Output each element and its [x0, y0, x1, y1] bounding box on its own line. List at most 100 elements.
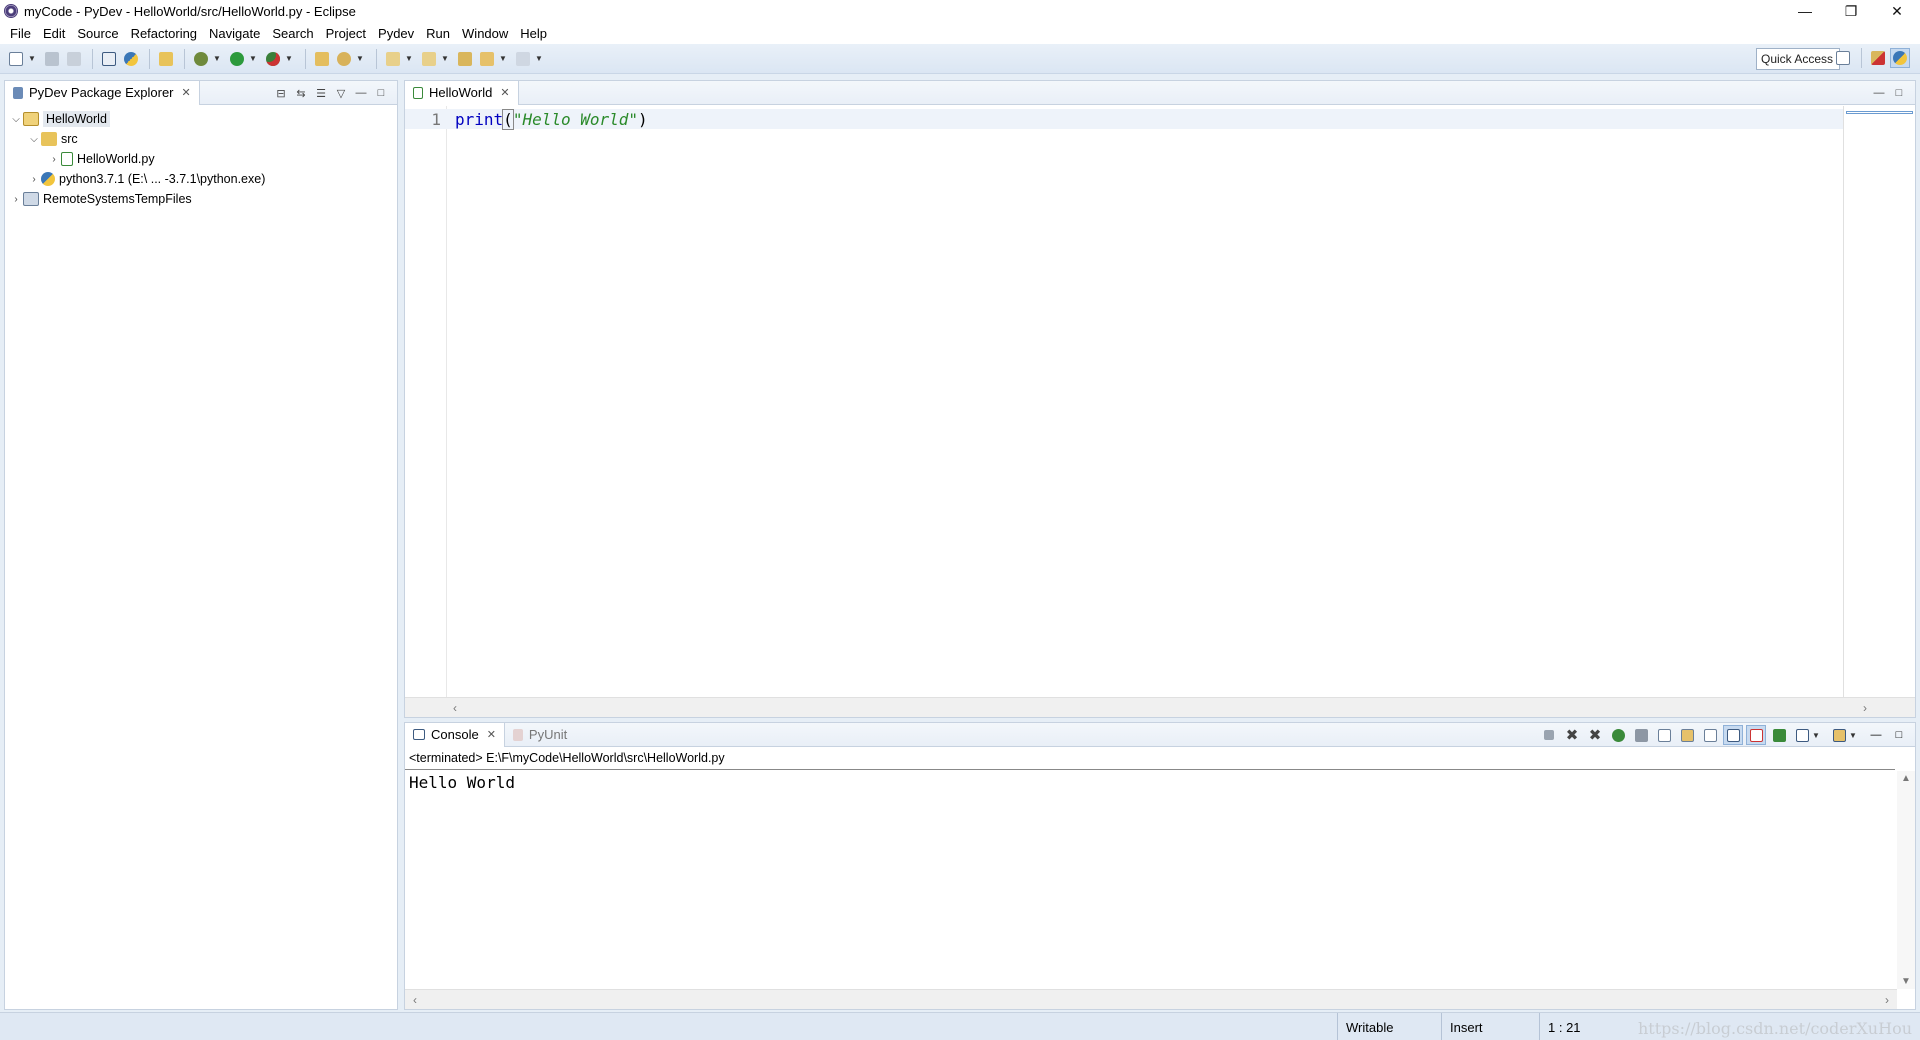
editor-horizontal-scrollbar[interactable]: ‹ ›	[405, 697, 1915, 717]
minimize-button[interactable]: —	[1782, 0, 1828, 22]
terminate-button[interactable]	[1539, 725, 1559, 745]
search-button[interactable]	[334, 49, 354, 69]
menu-file[interactable]: File	[4, 26, 37, 41]
pydev-button[interactable]	[121, 49, 141, 69]
forward-dropdown[interactable]: ▼	[535, 49, 543, 69]
code-text-area[interactable]: 1 print("Hello World")	[405, 106, 1843, 697]
save-all-button[interactable]	[64, 49, 84, 69]
external-tools-button[interactable]	[263, 49, 283, 69]
filter-button[interactable]: ☰	[311, 83, 331, 103]
chevron-down-icon[interactable]: ⌵	[9, 114, 23, 125]
close-icon[interactable]: ✕	[500, 86, 509, 99]
menu-source[interactable]: Source	[71, 26, 124, 41]
window-title: myCode - PyDev - HelloWorld/src/HelloWor…	[24, 3, 356, 19]
minimize-view-button[interactable]: —	[1869, 83, 1889, 103]
word-wrap-button[interactable]	[1700, 725, 1720, 745]
show-on-stderr-button[interactable]	[1746, 725, 1766, 745]
remove-all-button[interactable]: ✖	[1585, 725, 1605, 745]
tree-item-src[interactable]: ⌵ src	[5, 129, 397, 149]
menu-help[interactable]: Help	[514, 26, 553, 41]
view-menu-button[interactable]: ▽	[331, 83, 351, 103]
debug-perspective-button[interactable]	[1868, 48, 1888, 68]
back-button[interactable]	[477, 49, 497, 69]
search-dropdown[interactable]: ▼	[356, 49, 364, 69]
external-tools-dropdown[interactable]: ▼	[285, 49, 293, 69]
tab-console[interactable]: Console ✕	[405, 722, 505, 747]
menu-pydev[interactable]: Pydev	[372, 26, 420, 41]
menu-window[interactable]: Window	[456, 26, 514, 41]
overview-ruler[interactable]	[1843, 106, 1915, 697]
menu-run[interactable]: Run	[420, 26, 456, 41]
tree-item-interpreter[interactable]: › python3.7.1 (E:\ ... -3.7.1\python.exe…	[5, 169, 397, 189]
tab-helloworld[interactable]: HelloWorld ✕	[405, 80, 519, 105]
next-annotation-button[interactable]	[383, 49, 403, 69]
previous-annotation-dropdown[interactable]: ▼	[441, 49, 449, 69]
minimize-view-button[interactable]: —	[1866, 725, 1886, 745]
scroll-up-icon[interactable]: ▲	[1901, 773, 1911, 784]
previous-annotation-button[interactable]	[419, 49, 439, 69]
open-type-button[interactable]	[312, 49, 332, 69]
close-icon[interactable]: ✕	[182, 86, 191, 99]
new-button[interactable]	[6, 49, 26, 69]
last-edit-button[interactable]	[455, 49, 475, 69]
tree-item-remote[interactable]: › RemoteSystemsTempFiles	[5, 189, 397, 209]
clear-console-button[interactable]	[1654, 725, 1674, 745]
link-with-editor-button[interactable]: ⇆	[291, 83, 311, 103]
restore-button[interactable]: ❐	[1828, 0, 1874, 22]
next-annotation-dropdown[interactable]: ▼	[405, 49, 413, 69]
console-output[interactable]: Hello World	[409, 773, 515, 792]
back-dropdown[interactable]: ▼	[499, 49, 507, 69]
run-button[interactable]	[227, 49, 247, 69]
pin-console-button[interactable]	[1769, 725, 1789, 745]
open-console-button[interactable]	[99, 49, 119, 69]
scroll-left-icon[interactable]: ‹	[413, 993, 417, 1007]
menu-edit[interactable]: Edit	[37, 26, 71, 41]
tab-package-explorer[interactable]: PyDev Package Explorer ✕	[5, 80, 200, 105]
scroll-right-icon[interactable]: ›	[1885, 993, 1889, 1007]
chevron-right-icon[interactable]: ›	[47, 154, 61, 165]
menu-project[interactable]: Project	[320, 26, 372, 41]
chevron-down-icon[interactable]: ⌵	[27, 134, 41, 145]
terminate-all-button[interactable]	[1631, 725, 1651, 745]
scroll-lock-button[interactable]	[1677, 725, 1697, 745]
scroll-right-icon[interactable]: ›	[1863, 701, 1867, 715]
console-vertical-scrollbar[interactable]: ▲ ▼	[1897, 771, 1915, 989]
tab-pyunit[interactable]: PyUnit	[505, 723, 575, 747]
open-project-button[interactable]	[156, 49, 176, 69]
menu-navigate[interactable]: Navigate	[203, 26, 266, 41]
display-console-dropdown[interactable]: ▼	[1812, 725, 1820, 745]
collapse-all-button[interactable]: ⊟	[271, 83, 291, 103]
maximize-view-button[interactable]: □	[1889, 725, 1909, 745]
open-console-dropdown[interactable]: ▼	[1849, 725, 1857, 745]
menu-search[interactable]: Search	[266, 26, 319, 41]
quick-access-input[interactable]: Quick Access	[1756, 48, 1840, 70]
chevron-right-icon[interactable]: ›	[27, 174, 41, 185]
tree-item-project[interactable]: ⌵ HelloWorld	[5, 109, 397, 129]
maximize-view-button[interactable]: □	[371, 83, 391, 103]
relaunch-button[interactable]	[1608, 725, 1628, 745]
remove-launch-button[interactable]: ✖	[1562, 725, 1582, 745]
show-on-stdout-button[interactable]	[1723, 725, 1743, 745]
close-icon[interactable]: ✕	[487, 728, 496, 741]
run-dropdown[interactable]: ▼	[249, 49, 257, 69]
menu-refactoring[interactable]: Refactoring	[125, 26, 203, 41]
scroll-down-icon[interactable]: ▼	[1901, 976, 1911, 987]
code-line[interactable]: 1 print("Hello World")	[405, 108, 1843, 130]
minimize-view-button[interactable]: —	[351, 83, 371, 103]
perspective-switcher	[1833, 48, 1912, 68]
forward-button[interactable]	[513, 49, 533, 69]
close-button[interactable]: ✕	[1874, 0, 1920, 22]
debug-dropdown[interactable]: ▼	[213, 49, 221, 69]
display-console-button[interactable]	[1792, 725, 1812, 745]
new-dropdown[interactable]: ▼	[28, 49, 36, 69]
chevron-right-icon[interactable]: ›	[9, 194, 23, 205]
console-horizontal-scrollbar[interactable]: ‹ ›	[405, 989, 1897, 1009]
open-console-button[interactable]	[1829, 725, 1849, 745]
debug-button[interactable]	[191, 49, 211, 69]
scroll-left-icon[interactable]: ‹	[453, 701, 457, 715]
maximize-view-button[interactable]: □	[1889, 83, 1909, 103]
open-perspective-button[interactable]	[1833, 48, 1853, 68]
save-button[interactable]	[42, 49, 62, 69]
pydev-perspective-button[interactable]	[1890, 48, 1910, 68]
tree-item-file[interactable]: › HelloWorld.py	[5, 149, 397, 169]
